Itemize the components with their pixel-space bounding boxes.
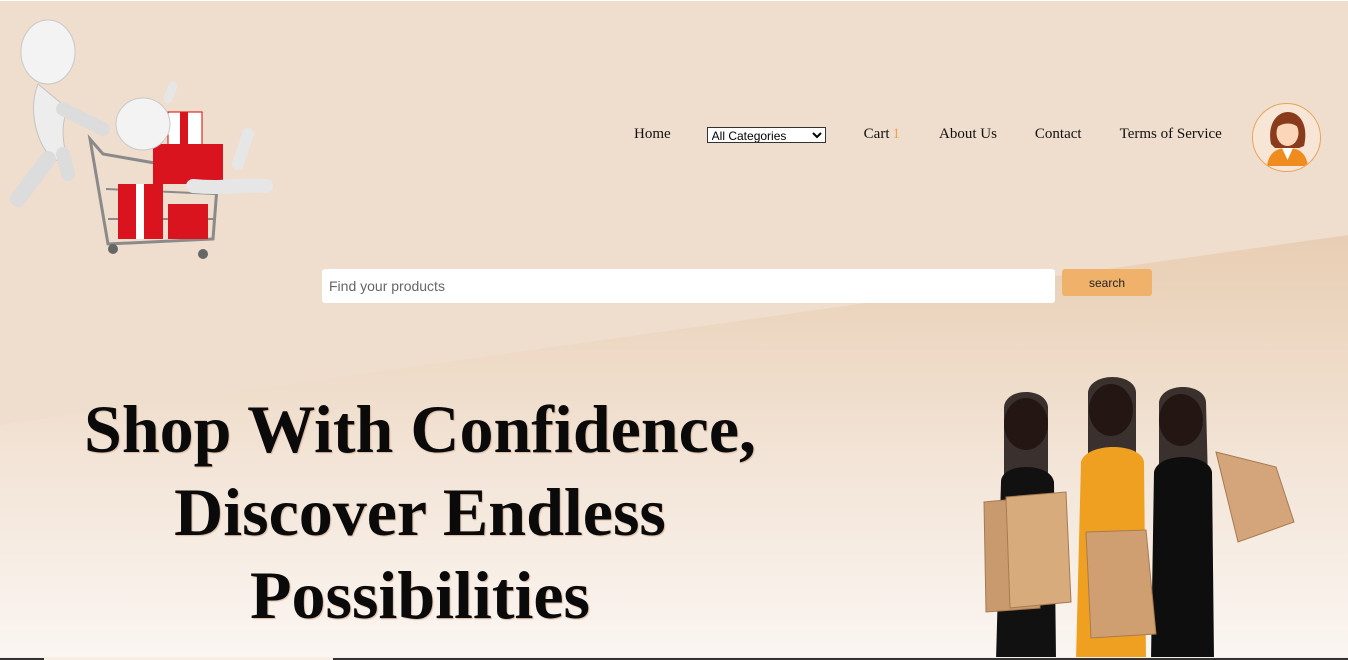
cart-label: Cart (863, 126, 890, 142)
shoppers-with-bags-illustration (983, 377, 1295, 660)
search-button[interactable]: search (1062, 269, 1152, 296)
user-avatar-icon[interactable] (1252, 103, 1321, 172)
hero-title: Shop With Confidence, Discover Endless P… (40, 388, 800, 637)
main-nav: Home All Categories Cart 1 About Us Conta… (634, 126, 1222, 143)
hero-title-line: Possibilities (249, 557, 591, 633)
nav-contact-link[interactable]: Contact (1035, 126, 1082, 143)
nav-cart-link[interactable]: Cart 1 (864, 126, 900, 143)
avatar-illustration (1267, 112, 1308, 166)
category-select[interactable]: All Categories (706, 126, 826, 143)
hero-title-line: Shop With Confidence, (84, 391, 756, 467)
nav-terms-link[interactable]: Terms of Service (1120, 126, 1222, 143)
search-input[interactable] (322, 269, 1055, 303)
hero-title-line: Discover Endless (174, 474, 666, 550)
cart-count-badge: 1 (892, 126, 901, 142)
nav-about-link[interactable]: About Us (939, 126, 997, 143)
shopping-cart-with-gifts-icon[interactable] (8, 14, 274, 262)
nav-home-link[interactable]: Home (634, 126, 671, 143)
